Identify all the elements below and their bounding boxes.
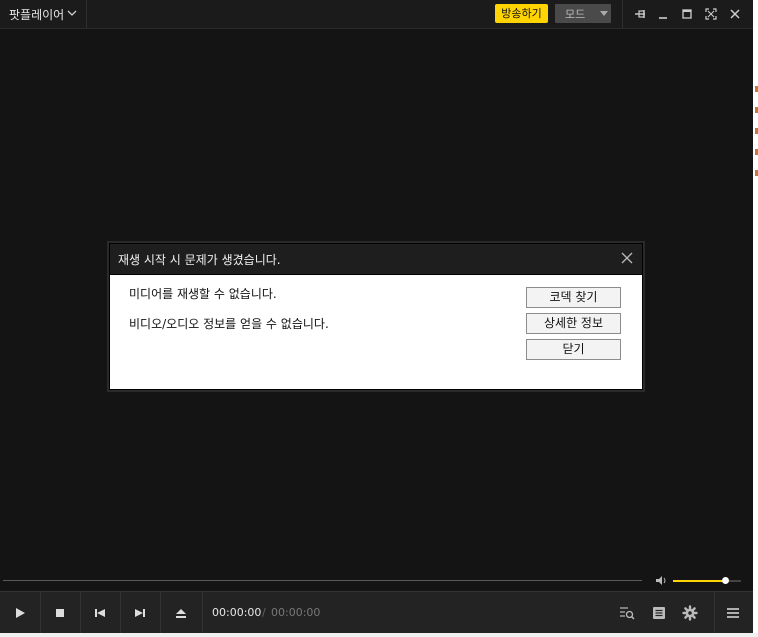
chevron-down-icon [67, 10, 77, 16]
app-menu-button[interactable]: 팟플레이어 [0, 0, 87, 28]
next-button[interactable] [120, 592, 161, 633]
volume-knob[interactable] [721, 577, 729, 584]
previous-icon [95, 609, 105, 617]
document-icon[interactable] [651, 605, 667, 621]
stop-button[interactable] [40, 592, 81, 633]
broadcast-button[interactable]: 방송하기 [495, 4, 548, 23]
eject-icon [176, 609, 186, 618]
mode-select[interactable]: 모드 [555, 4, 611, 23]
previous-button[interactable] [80, 592, 121, 633]
dialog-close-button[interactable]: 닫기 [526, 339, 621, 360]
error-dialog: 재생 시작 시 문제가 생겼습니다. 미디어를 재생할 수 없습니다. 비디오/… [109, 243, 643, 390]
time-separator: / [262, 606, 266, 619]
play-icon [16, 608, 25, 618]
gear-icon[interactable] [682, 605, 698, 621]
volume-slider[interactable] [673, 577, 741, 584]
find-codec-button[interactable]: 코덱 찾기 [526, 287, 621, 308]
fullscreen-icon[interactable] [703, 6, 719, 22]
close-icon[interactable] [727, 6, 743, 22]
stop-icon [56, 609, 64, 617]
minimize-icon[interactable] [655, 6, 671, 22]
seek-bar[interactable] [3, 580, 642, 581]
dialog-close-icon[interactable] [621, 252, 633, 264]
title-bar: 팟플레이어 방송하기 모드 [0, 0, 753, 29]
divider [622, 0, 623, 28]
volume-fill [673, 580, 725, 582]
mode-label: 모드 [565, 8, 586, 21]
next-icon [135, 609, 145, 617]
pin-icon[interactable] [632, 6, 648, 22]
playlist-search-icon[interactable] [619, 605, 635, 621]
divider [714, 592, 715, 633]
hamburger-menu-icon[interactable] [725, 605, 741, 621]
player-window: 팟플레이어 방송하기 모드 재생 시작 시 문제가 생겼습니다. 미디어를 재생… [0, 0, 753, 633]
total-time: 00:00:00 [271, 606, 321, 619]
play-button[interactable] [0, 592, 41, 633]
background-window [753, 0, 758, 637]
dialog-message-media: 미디어를 재생할 수 없습니다. [129, 287, 277, 301]
app-title: 팟플레이어 [9, 8, 65, 22]
control-bar: 00:00:00 / 00:00:00 [0, 591, 753, 633]
background-window-bottom [0, 633, 758, 637]
maximize-icon[interactable] [679, 6, 695, 22]
current-time: 00:00:00 [212, 606, 262, 619]
details-button[interactable]: 상세한 정보 [526, 313, 621, 334]
dialog-message-info: 비디오/오디오 정보를 얻을 수 없습니다. [129, 317, 329, 331]
dialog-title: 재생 시작 시 문제가 생겼습니다. [118, 253, 281, 267]
caret-down-icon [600, 11, 608, 16]
dialog-header: 재생 시작 시 문제가 생겼습니다. [110, 244, 642, 275]
volume-icon[interactable] [655, 575, 668, 586]
eject-button[interactable] [160, 592, 203, 633]
